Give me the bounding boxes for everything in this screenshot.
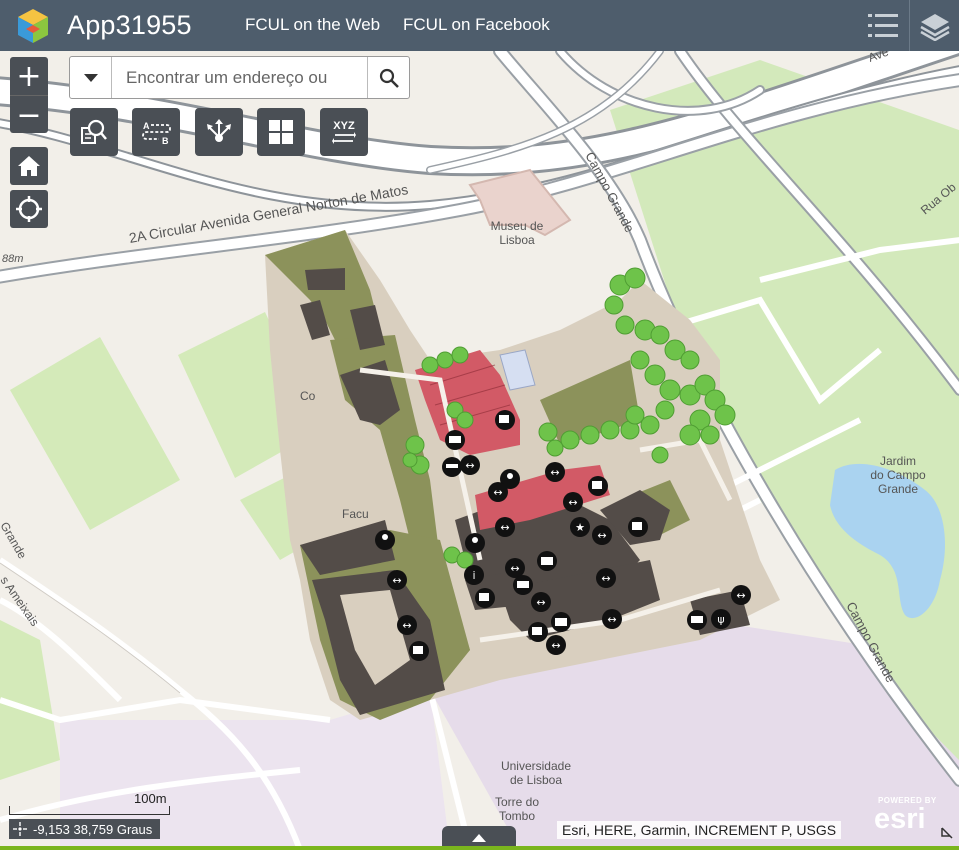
svg-text:A: A: [143, 121, 150, 131]
svg-text:↔: ↔: [597, 529, 606, 542]
layers-button[interactable]: [909, 0, 959, 51]
directions-button[interactable]: A B: [132, 108, 180, 156]
svg-text:↔: ↔: [392, 574, 401, 587]
zoom-out-button[interactable]: −: [10, 96, 48, 134]
search-source-dropdown[interactable]: [70, 57, 112, 98]
svg-text:★: ★: [575, 521, 585, 534]
svg-text:↔: ↔: [601, 572, 610, 585]
fcul-web-link[interactable]: FCUL on the Web: [245, 15, 380, 35]
zoom-in-button[interactable]: +: [10, 57, 48, 96]
coordinate-display[interactable]: -9,153 38,759 Graus: [9, 819, 161, 839]
svg-text:↔: ↔: [536, 596, 545, 609]
search-button[interactable]: [367, 57, 409, 98]
label-museu-2: Lisboa: [499, 233, 535, 247]
label-jardim-3: Grande: [878, 482, 918, 496]
app-logo-icon: [18, 9, 48, 43]
svg-text:↔: ↔: [736, 589, 745, 602]
svg-text:B: B: [162, 136, 169, 146]
home-button[interactable]: [10, 147, 48, 185]
esri-name-text: esri: [874, 803, 926, 835]
crosshair-icon: [13, 822, 27, 836]
directions-icon: A B: [142, 121, 171, 146]
label-museu-1: Museu de: [491, 219, 544, 233]
resize-handle-icon[interactable]: [940, 826, 956, 842]
scale-bar: [9, 806, 170, 815]
xyz-label: XYZ: [333, 120, 355, 132]
label-torre-2: Tombo: [499, 809, 535, 823]
coordinate-convert-button[interactable]: XYZ: [320, 108, 368, 156]
bottom-accent-bar: [0, 846, 959, 850]
coordinate-text: -9,153 38,759 Graus: [33, 821, 153, 837]
svg-text:↔: ↔: [500, 521, 509, 534]
chevron-up-icon: [472, 834, 486, 842]
search-icon: [379, 68, 399, 88]
svg-text:↔: ↔: [402, 619, 411, 632]
locate-icon: [16, 196, 42, 222]
share-button[interactable]: [195, 108, 243, 156]
svg-text:i: i: [472, 569, 475, 582]
coordinate-convert-icon: [332, 132, 356, 144]
fcul-facebook-link[interactable]: FCUL on Facebook: [403, 15, 550, 35]
svg-text:ψ: ψ: [717, 613, 724, 626]
search-widget: [69, 56, 410, 99]
label-torre-1: Torre do: [495, 795, 539, 809]
locate-button[interactable]: [10, 190, 48, 228]
share-icon: [207, 119, 231, 142]
svg-text:↔: ↔: [551, 639, 560, 652]
home-icon: [18, 156, 40, 176]
list-icon: [868, 13, 898, 37]
grid-icon: [269, 120, 293, 144]
map-attribution: Esri, HERE, Garmin, INCREMENT P, USGS: [557, 821, 842, 839]
search-input[interactable]: [114, 58, 364, 97]
label-88m: 88m: [2, 253, 23, 265]
label-facu: Facu: [342, 507, 369, 521]
zoom-control: + −: [10, 57, 48, 133]
label-jardim-2: do Campo: [870, 468, 926, 482]
label-universidade-1: Universidade: [501, 759, 571, 773]
svg-text:↔: ↔: [607, 613, 616, 626]
query-button[interactable]: [70, 108, 118, 156]
scale-label: 100m: [134, 791, 167, 806]
svg-text:↔: ↔: [510, 562, 519, 575]
layers-icon: [920, 13, 950, 41]
chevron-down-icon: [83, 73, 98, 82]
basemap-gallery-button[interactable]: [257, 108, 305, 156]
svg-text:↔: ↔: [465, 459, 474, 472]
svg-text:↔: ↔: [550, 466, 559, 479]
label-universidade-2: de Lisboa: [510, 773, 562, 787]
query-icon: [81, 119, 107, 144]
app-header: App31955 FCUL on the Web FCUL on Faceboo…: [0, 0, 959, 51]
svg-text:↔: ↔: [568, 496, 577, 509]
label-co: Co: [300, 389, 316, 403]
app-title: App31955: [67, 10, 192, 40]
list-button[interactable]: [858, 0, 908, 51]
label-jardim-1: Jardim: [880, 454, 916, 468]
svg-text:↔: ↔: [493, 486, 502, 499]
